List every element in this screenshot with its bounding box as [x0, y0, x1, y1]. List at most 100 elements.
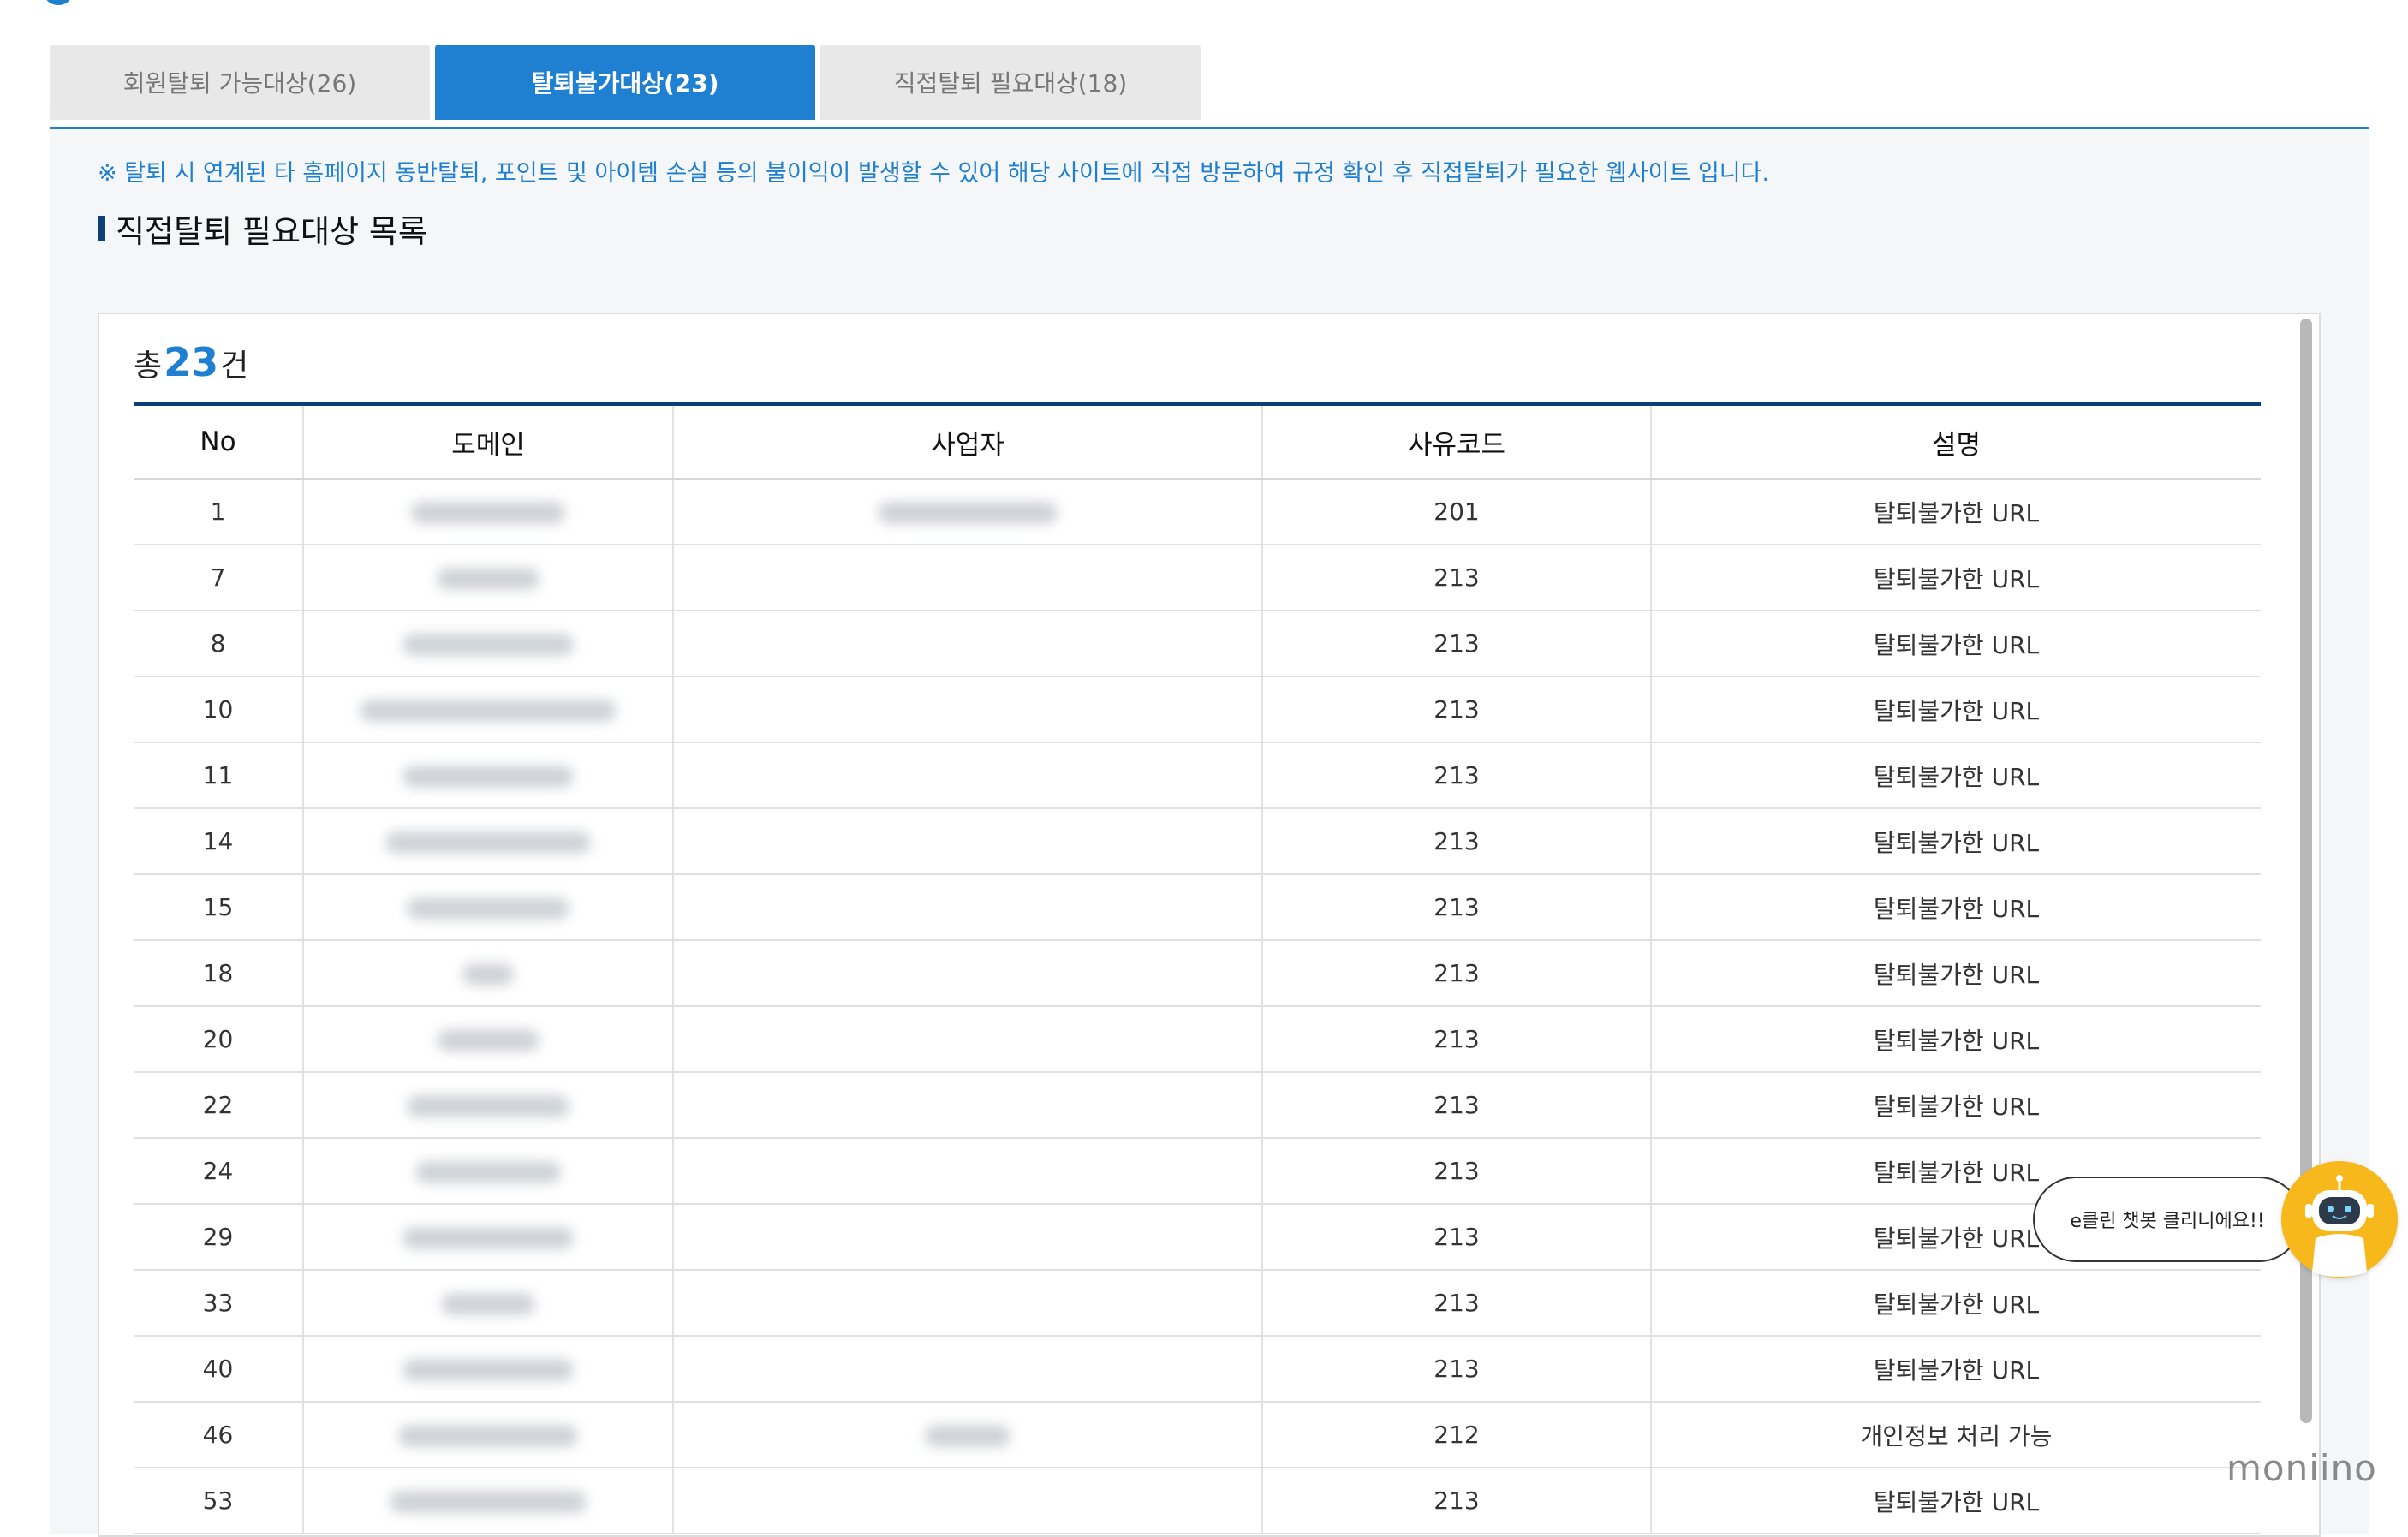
redacted-domain [402, 1227, 574, 1249]
cell-no: 46 [134, 1402, 303, 1468]
cell-no: 7 [134, 545, 303, 611]
total-suffix: 건 [220, 349, 249, 384]
cell-domain [302, 1204, 673, 1271]
table-body: 1 201 탈퇴불가한 URL 7 213 탈퇴불가한 URL 8 213 탈퇴불가한 URL 1… [134, 479, 2261, 1534]
table-row[interactable]: 20 213 탈퇴불가한 URL [134, 1006, 2261, 1073]
table-row[interactable]: 22 213 탈퇴불가한 URL [134, 1072, 2261, 1139]
table-row[interactable]: 15 213 탈퇴불가한 URL [134, 874, 2261, 941]
cell-domain [302, 545, 673, 611]
cell-no: 33 [134, 1270, 303, 1337]
table-row[interactable]: 24 213 탈퇴불가한 URL [134, 1138, 2261, 1205]
cell-company [672, 1402, 1262, 1468]
cell-company [672, 611, 1262, 677]
table-row[interactable]: 10 213 탈퇴불가한 URL [134, 676, 2261, 743]
cell-description: 탈퇴불가한 URL [1650, 545, 2261, 611]
table-row[interactable]: 46 212 개인정보 처리 가능 [134, 1402, 2261, 1468]
header-description: 설명 [1650, 404, 2261, 480]
table-row[interactable]: 33 213 탈퇴불가한 URL [134, 1270, 2261, 1337]
cell-no: 20 [134, 1006, 303, 1073]
cell-reason-code: 213 [1261, 742, 1651, 809]
cell-company [672, 1138, 1262, 1205]
chatbot-bubble[interactable]: e클린 챗봇 클리니에요!! [2033, 1177, 2302, 1262]
table-row[interactable]: 40 213 탈퇴불가한 URL [134, 1336, 2261, 1403]
title-bar-marker [98, 216, 105, 241]
header-no: No [134, 404, 303, 480]
table-row[interactable]: 7 213 탈퇴불가한 URL [134, 545, 2261, 611]
redacted-domain [407, 897, 569, 920]
tab-direct-withdrawal[interactable]: 직접탈퇴 필요대상(18) [820, 45, 1201, 120]
cell-reason-code: 213 [1261, 1138, 1651, 1205]
cell-description: 탈퇴불가한 URL [1650, 808, 2261, 875]
cell-reason-code: 213 [1261, 1072, 1651, 1139]
table-row[interactable]: 1 201 탈퇴불가한 URL [134, 479, 2261, 545]
redacted-company [878, 502, 1058, 524]
redacted-domain [462, 963, 514, 986]
cell-description: 탈퇴불가한 URL [1650, 940, 2261, 1007]
cell-company [672, 1006, 1262, 1073]
cell-domain [302, 611, 673, 677]
cell-domain [302, 1138, 673, 1205]
redacted-domain [441, 1293, 535, 1315]
redacted-domain [402, 1359, 574, 1381]
cell-domain [302, 1270, 673, 1337]
table-row[interactable]: 8 213 탈퇴불가한 URL [134, 611, 2261, 677]
cell-description: 탈퇴불가한 URL [1650, 1468, 2261, 1534]
table-row[interactable]: 29 213 탈퇴불가한 URL [134, 1204, 2261, 1271]
cell-domain [302, 808, 673, 875]
cell-description: 탈퇴불가한 URL [1650, 1072, 2261, 1139]
watermark-logo: moniino [2226, 1447, 2377, 1489]
section-title-text: 직접탈퇴 필요대상 목록 [116, 213, 427, 250]
cell-domain [302, 1006, 673, 1073]
cell-reason-code: 213 [1261, 808, 1651, 875]
redacted-domain [402, 634, 574, 656]
cell-description: 탈퇴불가한 URL [1650, 874, 2261, 941]
cell-company [672, 1270, 1262, 1337]
cell-domain [302, 874, 673, 941]
tab-withdrawable[interactable]: 회원탈퇴 가능대상(26) [50, 45, 430, 120]
cell-reason-code: 213 [1261, 1204, 1651, 1271]
cell-reason-code: 213 [1261, 1006, 1651, 1073]
redacted-domain [411, 502, 565, 524]
cell-description: 탈퇴불가한 URL [1650, 1006, 2261, 1073]
table-row[interactable]: 53 213 탈퇴불가한 URL [134, 1468, 2261, 1534]
table-row[interactable]: 11 213 탈퇴불가한 URL [134, 742, 2261, 809]
tab-not-withdrawable[interactable]: 탈퇴불가대상(23) [435, 45, 815, 120]
cell-reason-code: 213 [1261, 1468, 1651, 1534]
cell-domain [302, 1468, 673, 1534]
cell-no: 14 [134, 808, 303, 875]
cell-company [672, 545, 1262, 611]
redacted-domain [360, 700, 617, 722]
table-row[interactable]: 18 213 탈퇴불가한 URL [134, 940, 2261, 1007]
redacted-company [925, 1425, 1010, 1447]
cell-no: 1 [134, 479, 303, 545]
cell-description: 개인정보 처리 가능 [1650, 1402, 2261, 1468]
header-domain: 도메인 [302, 404, 673, 480]
cell-company [672, 676, 1262, 743]
total-prefix: 총 [134, 349, 163, 384]
cell-reason-code: 213 [1261, 1336, 1651, 1403]
cell-description: 탈퇴불가한 URL [1650, 611, 2261, 677]
redacted-domain [437, 568, 539, 590]
cell-reason-code: 213 [1261, 874, 1651, 941]
cell-no: 40 [134, 1336, 303, 1403]
cell-reason-code: 213 [1261, 676, 1651, 743]
cell-company [672, 1468, 1262, 1534]
cell-company [672, 874, 1262, 941]
cell-company [672, 808, 1262, 875]
cell-reason-code: 213 [1261, 611, 1651, 677]
results-table: No 도메인 사업자 사유코드 설명 1 201 탈퇴불가한 URL 7 213 탈퇴불가… [134, 402, 2261, 1534]
cell-domain [302, 1402, 673, 1468]
cell-description: 탈퇴불가한 URL [1650, 742, 2261, 809]
cell-company [672, 1336, 1262, 1403]
cell-description: 탈퇴불가한 URL [1650, 676, 2261, 743]
cell-domain [302, 1336, 673, 1403]
table-row[interactable]: 14 213 탈퇴불가한 URL [134, 808, 2261, 875]
cell-domain [302, 940, 673, 1007]
section-title: 직접탈퇴 필요대상 목록 [98, 206, 427, 252]
table-header-row: No 도메인 사업자 사유코드 설명 [134, 404, 2261, 480]
robot-icon[interactable] [2281, 1161, 2398, 1278]
cell-no: 24 [134, 1138, 303, 1205]
cell-description: 탈퇴불가한 URL [1650, 1270, 2261, 1337]
redacted-domain [437, 1029, 539, 1051]
redacted-domain [402, 766, 574, 788]
